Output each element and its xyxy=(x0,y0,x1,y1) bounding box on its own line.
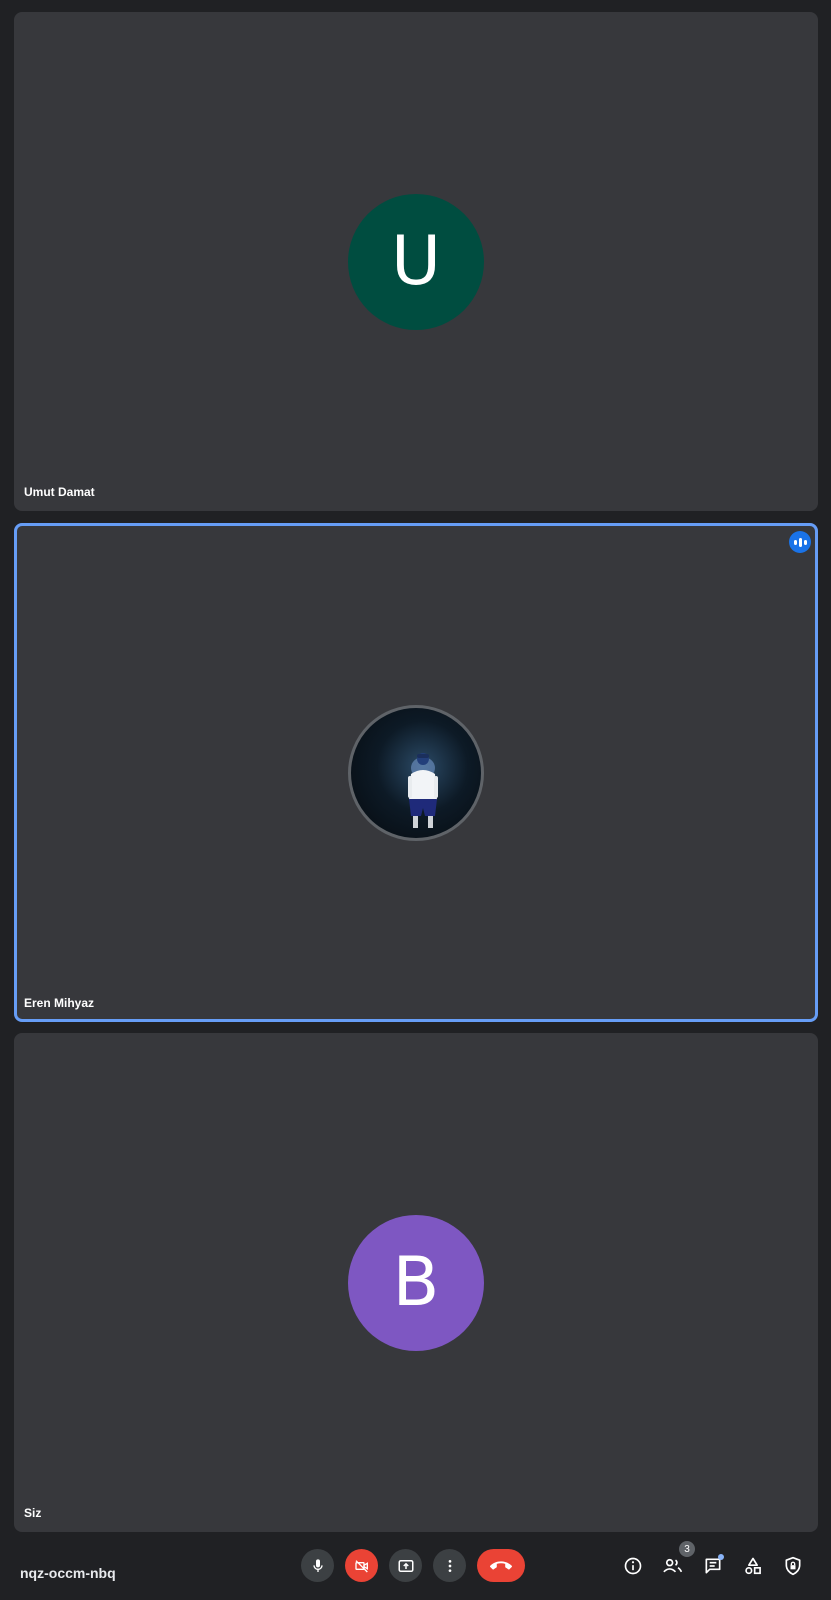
info-icon xyxy=(624,1557,642,1575)
unread-dot xyxy=(718,1554,724,1560)
more-vert-icon xyxy=(448,1559,451,1572)
avatar: U xyxy=(348,193,484,330)
chat-button[interactable] xyxy=(700,1553,726,1579)
present-screen-icon xyxy=(398,1559,413,1572)
call-end-icon xyxy=(490,1560,512,1570)
speaking-indicator-icon xyxy=(789,531,811,553)
mic-icon xyxy=(312,1558,323,1572)
people-icon xyxy=(663,1558,683,1573)
more-options-button[interactable] xyxy=(433,1549,466,1582)
people-button[interactable]: 3 xyxy=(660,1541,695,1579)
participant-tile-eren[interactable]: Eren Mihyaz xyxy=(14,523,818,1022)
present-button[interactable] xyxy=(389,1549,422,1582)
end-call-button[interactable] xyxy=(477,1549,525,1582)
participant-count-badge: 3 xyxy=(679,1541,695,1557)
video-off-icon xyxy=(354,1559,368,1572)
shield-lock-icon xyxy=(785,1556,801,1576)
participant-name: Siz xyxy=(24,1506,42,1520)
participant-tile-umut[interactable]: U Umut Damat xyxy=(14,12,818,511)
activities-icon xyxy=(745,1557,761,1575)
avatar-photo xyxy=(348,704,484,841)
avatar-initial: U xyxy=(391,221,441,301)
mic-button[interactable] xyxy=(301,1549,334,1582)
camera-button[interactable] xyxy=(345,1549,378,1582)
control-bar: nqz-occm-nbq 3 xyxy=(0,1541,831,1600)
activities-button[interactable] xyxy=(740,1553,766,1579)
meeting-details-button[interactable] xyxy=(620,1553,646,1579)
participant-name: Umut Damat xyxy=(24,485,95,499)
participant-name: Eren Mihyaz xyxy=(24,996,95,1010)
profile-photo-icon xyxy=(408,752,438,828)
participant-tile-self[interactable]: B Siz xyxy=(14,1033,818,1532)
meeting-code: nqz-occm-nbq xyxy=(20,1565,116,1581)
avatar: B xyxy=(348,1214,484,1351)
avatar-initial: B xyxy=(392,1242,440,1322)
host-controls-button[interactable] xyxy=(780,1553,806,1579)
